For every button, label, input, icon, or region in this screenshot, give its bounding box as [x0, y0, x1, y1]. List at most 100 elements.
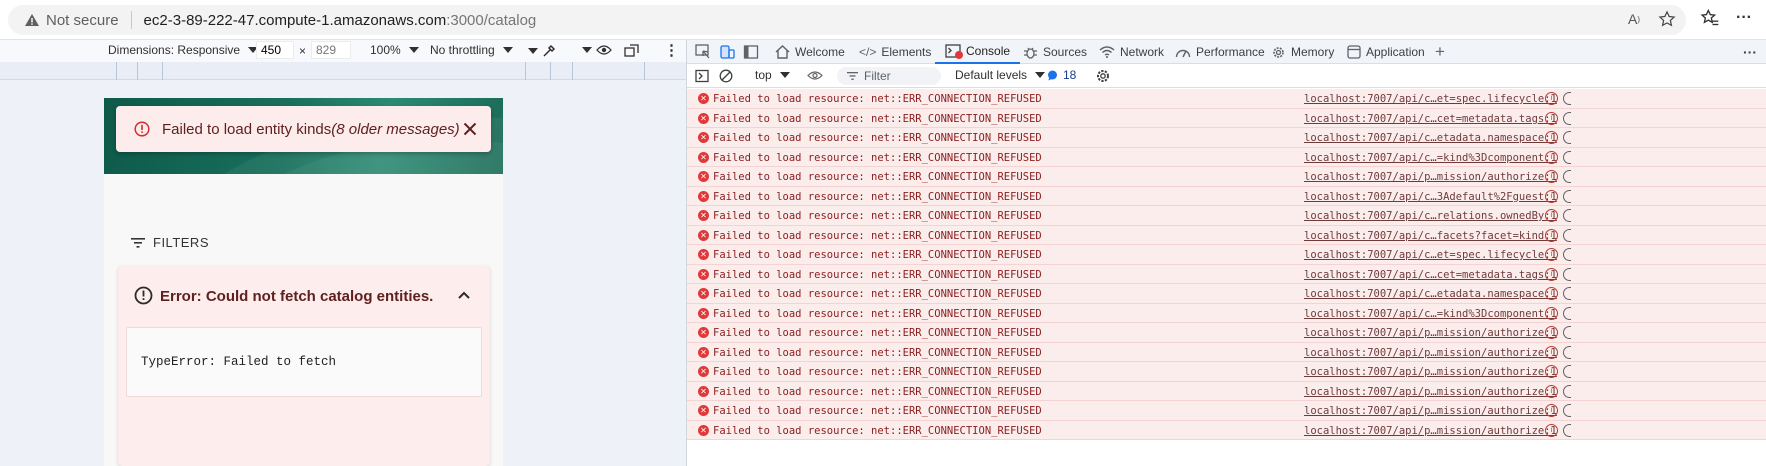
copilot-explain-icon[interactable]: i	[1545, 306, 1558, 320]
devtools-more-icon[interactable]: ···	[1743, 40, 1757, 64]
message-search-icon[interactable]	[1563, 131, 1571, 144]
device-rotate-icon[interactable]	[624, 44, 640, 57]
tab-network[interactable]: Network	[1099, 40, 1164, 64]
console-message-row[interactable]: ✕ Failed to load resource: net::ERR_CONNE…	[687, 89, 1766, 109]
console-message-row[interactable]: ✕ Failed to load resource: net::ERR_CONNE…	[687, 420, 1766, 440]
copilot-explain-icon[interactable]: i	[1545, 326, 1558, 339]
message-source-link[interactable]: localhost:7007/api/c…etadata.namespace:1	[1304, 288, 1557, 300]
console-message-row[interactable]: ✕ Failed to load resource: net::ERR_CONNE…	[687, 303, 1766, 323]
close-icon[interactable]	[463, 122, 477, 136]
width-input[interactable]	[256, 41, 294, 59]
message-source-link[interactable]: localhost:7007/api/p…mission/authorize:1	[1304, 366, 1557, 378]
message-source-link[interactable]: localhost:7007/api/c…relations.ownedBy:1	[1304, 210, 1557, 222]
vision-dropdown[interactable]	[578, 44, 612, 56]
tab-welcome[interactable]: Welcome	[775, 40, 845, 64]
message-search-icon[interactable]	[1563, 189, 1571, 203]
console-sidebar-icon[interactable]	[695, 69, 709, 83]
copilot-explain-icon[interactable]: i	[1545, 365, 1558, 378]
message-source-link[interactable]: localhost:7007/api/c…3Adefault%2Fguest:1	[1304, 191, 1557, 203]
console-message-row[interactable]: ✕ Failed to load resource: net::ERR_CONNE…	[687, 225, 1766, 245]
eyedropper-icon[interactable]	[542, 44, 556, 58]
tab-performance[interactable]: Performance	[1175, 40, 1265, 64]
eye-icon[interactable]	[596, 44, 612, 56]
copilot-explain-icon[interactable]: i	[1545, 267, 1558, 281]
tab-memory[interactable]: Memory	[1271, 40, 1334, 64]
omnibox[interactable]: Not secure ec2-3-89-222-47.compute-1.ama…	[8, 5, 1686, 35]
console-message-row[interactable]: ✕ Failed to load resource: net::ERR_CONNE…	[687, 147, 1766, 167]
copilot-explain-icon[interactable]: i	[1545, 189, 1558, 203]
security-label[interactable]: Not secure	[46, 12, 119, 29]
copilot-explain-icon[interactable]: i	[1545, 248, 1558, 261]
tab-sources[interactable]: Sources	[1023, 40, 1087, 64]
copilot-explain-icon[interactable]: i	[1545, 345, 1558, 359]
message-search-icon[interactable]	[1563, 404, 1571, 417]
message-source-link[interactable]: localhost:7007/api/c…cet=metadata.tags:1	[1304, 113, 1557, 125]
favorite-star-icon[interactable]	[1658, 10, 1676, 28]
message-search-icon[interactable]	[1563, 228, 1571, 242]
message-search-icon[interactable]	[1563, 287, 1571, 300]
copilot-explain-icon[interactable]: i	[1545, 384, 1558, 398]
message-source-link[interactable]: localhost:7007/api/p…mission/authorize:1	[1304, 347, 1557, 359]
message-search-icon[interactable]	[1563, 170, 1571, 183]
console-message-row[interactable]: ✕ Failed to load resource: net::ERR_CONNE…	[687, 284, 1766, 304]
message-count-badge[interactable]: 18	[1047, 68, 1076, 82]
favorites-list-icon[interactable]	[1700, 8, 1720, 28]
message-search-icon[interactable]	[1563, 365, 1571, 378]
console-message-row[interactable]: ✕ Failed to load resource: net::ERR_CONNE…	[687, 342, 1766, 362]
console-message-row[interactable]: ✕ Failed to load resource: net::ERR_CONNE…	[687, 362, 1766, 382]
tab-elements[interactable]: </> Elements	[859, 40, 931, 64]
tab-application[interactable]: Application	[1347, 40, 1425, 64]
copilot-explain-icon[interactable]: i	[1545, 170, 1558, 183]
console-filter-input[interactable]: Filter	[837, 67, 941, 85]
console-message-row[interactable]: ✕ Failed to load resource: net::ERR_CONNE…	[687, 381, 1766, 401]
message-search-icon[interactable]	[1563, 150, 1571, 164]
tab-console[interactable]: Console	[935, 40, 1021, 64]
console-message-row[interactable]: ✕ Failed to load resource: net::ERR_CONNE…	[687, 167, 1766, 187]
message-search-icon[interactable]	[1563, 209, 1571, 222]
message-search-icon[interactable]	[1563, 111, 1571, 125]
filters-toggle[interactable]: FILTERS	[131, 235, 209, 250]
device-toggle-icon[interactable]	[719, 44, 735, 60]
context-dropdown[interactable]: top	[755, 68, 790, 82]
live-expression-eye-icon[interactable]	[807, 70, 823, 81]
message-source-link[interactable]: localhost:7007/api/c…cet=metadata.tags:1	[1304, 269, 1557, 281]
message-source-link[interactable]: localhost:7007/api/c…=kind%3Dcomponent:1	[1304, 308, 1557, 320]
copilot-explain-icon[interactable]: i	[1545, 131, 1558, 144]
url-path[interactable]: :3000/catalog	[446, 12, 536, 29]
chevron-up-icon[interactable]	[458, 291, 470, 299]
message-source-link[interactable]: localhost:7007/api/p…mission/authorize:1	[1304, 425, 1557, 437]
message-source-link[interactable]: localhost:7007/api/c…et=spec.lifecycle:1	[1304, 249, 1557, 261]
message-search-icon[interactable]	[1563, 92, 1571, 105]
copilot-explain-icon[interactable]: i	[1545, 423, 1558, 437]
read-aloud-icon[interactable]: A)	[1628, 11, 1640, 27]
message-source-link[interactable]: localhost:7007/api/p…mission/authorize:1	[1304, 405, 1557, 417]
message-search-icon[interactable]	[1563, 267, 1571, 281]
zoom-dropdown[interactable]: 100%	[370, 43, 419, 57]
console-message-row[interactable]: ✕ Failed to load resource: net::ERR_CONNE…	[687, 206, 1766, 226]
browser-more-icon[interactable]: ···	[1736, 9, 1752, 27]
message-source-link[interactable]: localhost:7007/api/c…et=spec.lifecycle:1	[1304, 93, 1557, 105]
copilot-explain-icon[interactable]: i	[1545, 209, 1558, 222]
message-source-link[interactable]: localhost:7007/api/c…=kind%3Dcomponent:1	[1304, 152, 1557, 164]
media-query-ruler[interactable]	[0, 62, 686, 80]
dimensions-dropdown[interactable]: Dimensions: Responsive	[108, 43, 259, 57]
sensors-dropdown[interactable]	[524, 44, 556, 58]
console-log[interactable]: ✕ Failed to load resource: net::ERR_CONNE…	[687, 89, 1766, 466]
message-source-link[interactable]: localhost:7007/api/p…mission/authorize:1	[1304, 171, 1557, 183]
console-message-row[interactable]: ✕ Failed to load resource: net::ERR_CONNE…	[687, 245, 1766, 265]
message-search-icon[interactable]	[1563, 306, 1571, 320]
copilot-explain-icon[interactable]: i	[1545, 287, 1558, 300]
warning-icon[interactable]	[24, 13, 40, 27]
throttling-dropdown[interactable]: No throttling	[430, 43, 513, 57]
url-host[interactable]: ec2-3-89-222-47.compute-1.amazonaws.com	[144, 12, 447, 29]
console-settings-gear-icon[interactable]	[1095, 68, 1111, 84]
copilot-explain-icon[interactable]: i	[1545, 92, 1558, 105]
message-search-icon[interactable]	[1563, 384, 1571, 398]
console-message-row[interactable]: ✕ Failed to load resource: net::ERR_CONNE…	[687, 186, 1766, 206]
copilot-explain-icon[interactable]: i	[1545, 111, 1558, 125]
device-more-icon[interactable]: ⋮	[664, 41, 679, 59]
copilot-explain-icon[interactable]: i	[1545, 404, 1558, 417]
message-search-icon[interactable]	[1563, 345, 1571, 359]
message-search-icon[interactable]	[1563, 326, 1571, 339]
message-search-icon[interactable]	[1563, 248, 1571, 261]
